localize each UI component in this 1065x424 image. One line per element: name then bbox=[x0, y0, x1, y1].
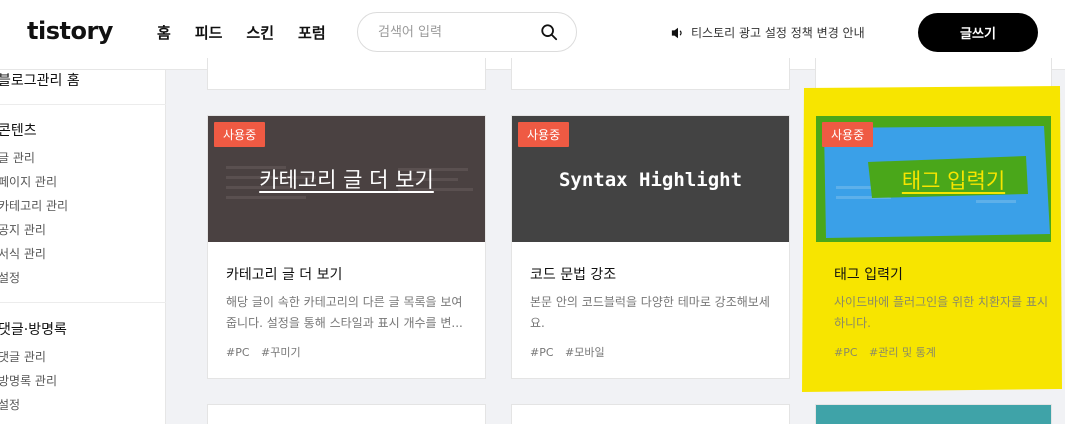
plugin-thumbnail: Syntax Highlight 사용중 bbox=[512, 116, 789, 242]
sidebar-item-posts[interactable]: 글 관리 bbox=[0, 149, 35, 166]
tag-management: #관리 및 통계 bbox=[869, 346, 936, 359]
card-description: 해당 글이 속한 카테고리의 다른 글 목록을 보여줍니다. 설정을 통해 스타… bbox=[226, 295, 463, 330]
in-use-badge: 사용중 bbox=[214, 122, 266, 147]
nav-forum[interactable]: 포럼 bbox=[298, 22, 326, 43]
notice-text: 티스토리 광고 설정 정책 변경 안내 bbox=[691, 26, 865, 40]
search-icon[interactable] bbox=[540, 23, 558, 41]
card-tags: #PC #꾸미기 bbox=[226, 344, 309, 360]
tag-decorate: #꾸미기 bbox=[261, 346, 301, 359]
sidebar-divider bbox=[0, 302, 166, 303]
tistory-logo[interactable]: tistory bbox=[27, 17, 113, 45]
plugin-card-partial[interactable] bbox=[511, 58, 790, 90]
plugin-thumbnail: 카테고리 글 더 보기 사용중 bbox=[208, 116, 485, 242]
plugin-card-partial[interactable] bbox=[511, 404, 790, 424]
plugin-card-partial[interactable] bbox=[815, 404, 1052, 424]
card-tags: #PC #모바일 bbox=[530, 344, 613, 360]
sidebar-item-pages[interactable]: 페이지 관리 bbox=[0, 173, 57, 190]
sidebar-item-content-settings[interactable]: 설정 bbox=[0, 269, 20, 286]
card-title: 코드 문법 강조 bbox=[530, 267, 617, 283]
plugin-card-syntax-highlight[interactable]: Syntax Highlight 사용중 코드 문법 강조 본문 안의 코드블럭… bbox=[511, 115, 790, 379]
main-nav: 홈 피드 스킨 포럼 bbox=[157, 22, 350, 43]
search-input[interactable] bbox=[378, 22, 538, 42]
tag-pc: #PC bbox=[226, 346, 250, 359]
speaker-icon bbox=[671, 27, 682, 38]
plugin-card-partial[interactable] bbox=[207, 404, 486, 424]
card-tags: #PC #관리 및 통계 bbox=[834, 344, 944, 360]
plugin-card-category-more[interactable]: 카테고리 글 더 보기 사용중 카테고리 글 더 보기 해당 글이 속한 카테고… bbox=[207, 115, 486, 379]
sidebar-item-blog-home[interactable]: 블로그관리 홈 bbox=[0, 70, 80, 90]
nav-feed[interactable]: 피드 bbox=[195, 22, 223, 43]
tag-mobile: #모바일 bbox=[565, 346, 605, 359]
sidebar: 블로그관리 홈 콘텐츠 글 관리 페이지 관리 카테고리 관리 공지 관리 서식… bbox=[0, 70, 166, 424]
card-description: 사이드바에 플러그인을 위한 치환자를 표시하니다. bbox=[834, 295, 1048, 330]
search-box bbox=[357, 12, 577, 52]
nav-home[interactable]: 홈 bbox=[157, 22, 171, 43]
sidebar-item-categories[interactable]: 카테고리 관리 bbox=[0, 197, 68, 214]
sidebar-item-notices[interactable]: 공지 관리 bbox=[0, 221, 46, 238]
sidebar-item-comment-settings[interactable]: 설정 bbox=[0, 396, 20, 413]
plugin-card-partial[interactable] bbox=[207, 58, 486, 90]
card-description: 본문 안의 코드블럭을 다양한 테마로 강조해보세요. bbox=[530, 295, 770, 330]
sidebar-item-templates[interactable]: 서식 관리 bbox=[0, 245, 46, 262]
tag-pc: #PC bbox=[834, 346, 858, 359]
plugin-card-tag-input[interactable]: 태그 입력기 사용중 태그 입력기 사이드바에 플러그인을 위한 치환자를 표시… bbox=[815, 115, 1052, 379]
card-title: 카테고리 글 더 보기 bbox=[226, 267, 343, 283]
sidebar-section-comments[interactable]: 댓글·방명록 bbox=[0, 319, 67, 339]
in-use-badge: 사용중 bbox=[518, 122, 570, 147]
in-use-badge: 사용중 bbox=[822, 122, 874, 147]
notice-link[interactable]: 티스토리 광고 설정 정책 변경 안내 bbox=[671, 24, 865, 41]
write-button[interactable]: 글쓰기 bbox=[918, 13, 1038, 52]
tag-pc: #PC bbox=[530, 346, 554, 359]
card-title: 태그 입력기 bbox=[834, 267, 903, 283]
plugin-thumbnail: 태그 입력기 사용중 bbox=[816, 116, 1051, 242]
sidebar-item-guestbook[interactable]: 방명록 관리 bbox=[0, 372, 57, 389]
sidebar-divider bbox=[0, 104, 166, 105]
nav-skin[interactable]: 스킨 bbox=[246, 22, 274, 43]
sidebar-item-comments[interactable]: 댓글 관리 bbox=[0, 348, 46, 365]
sidebar-section-content[interactable]: 콘텐츠 bbox=[0, 120, 37, 140]
